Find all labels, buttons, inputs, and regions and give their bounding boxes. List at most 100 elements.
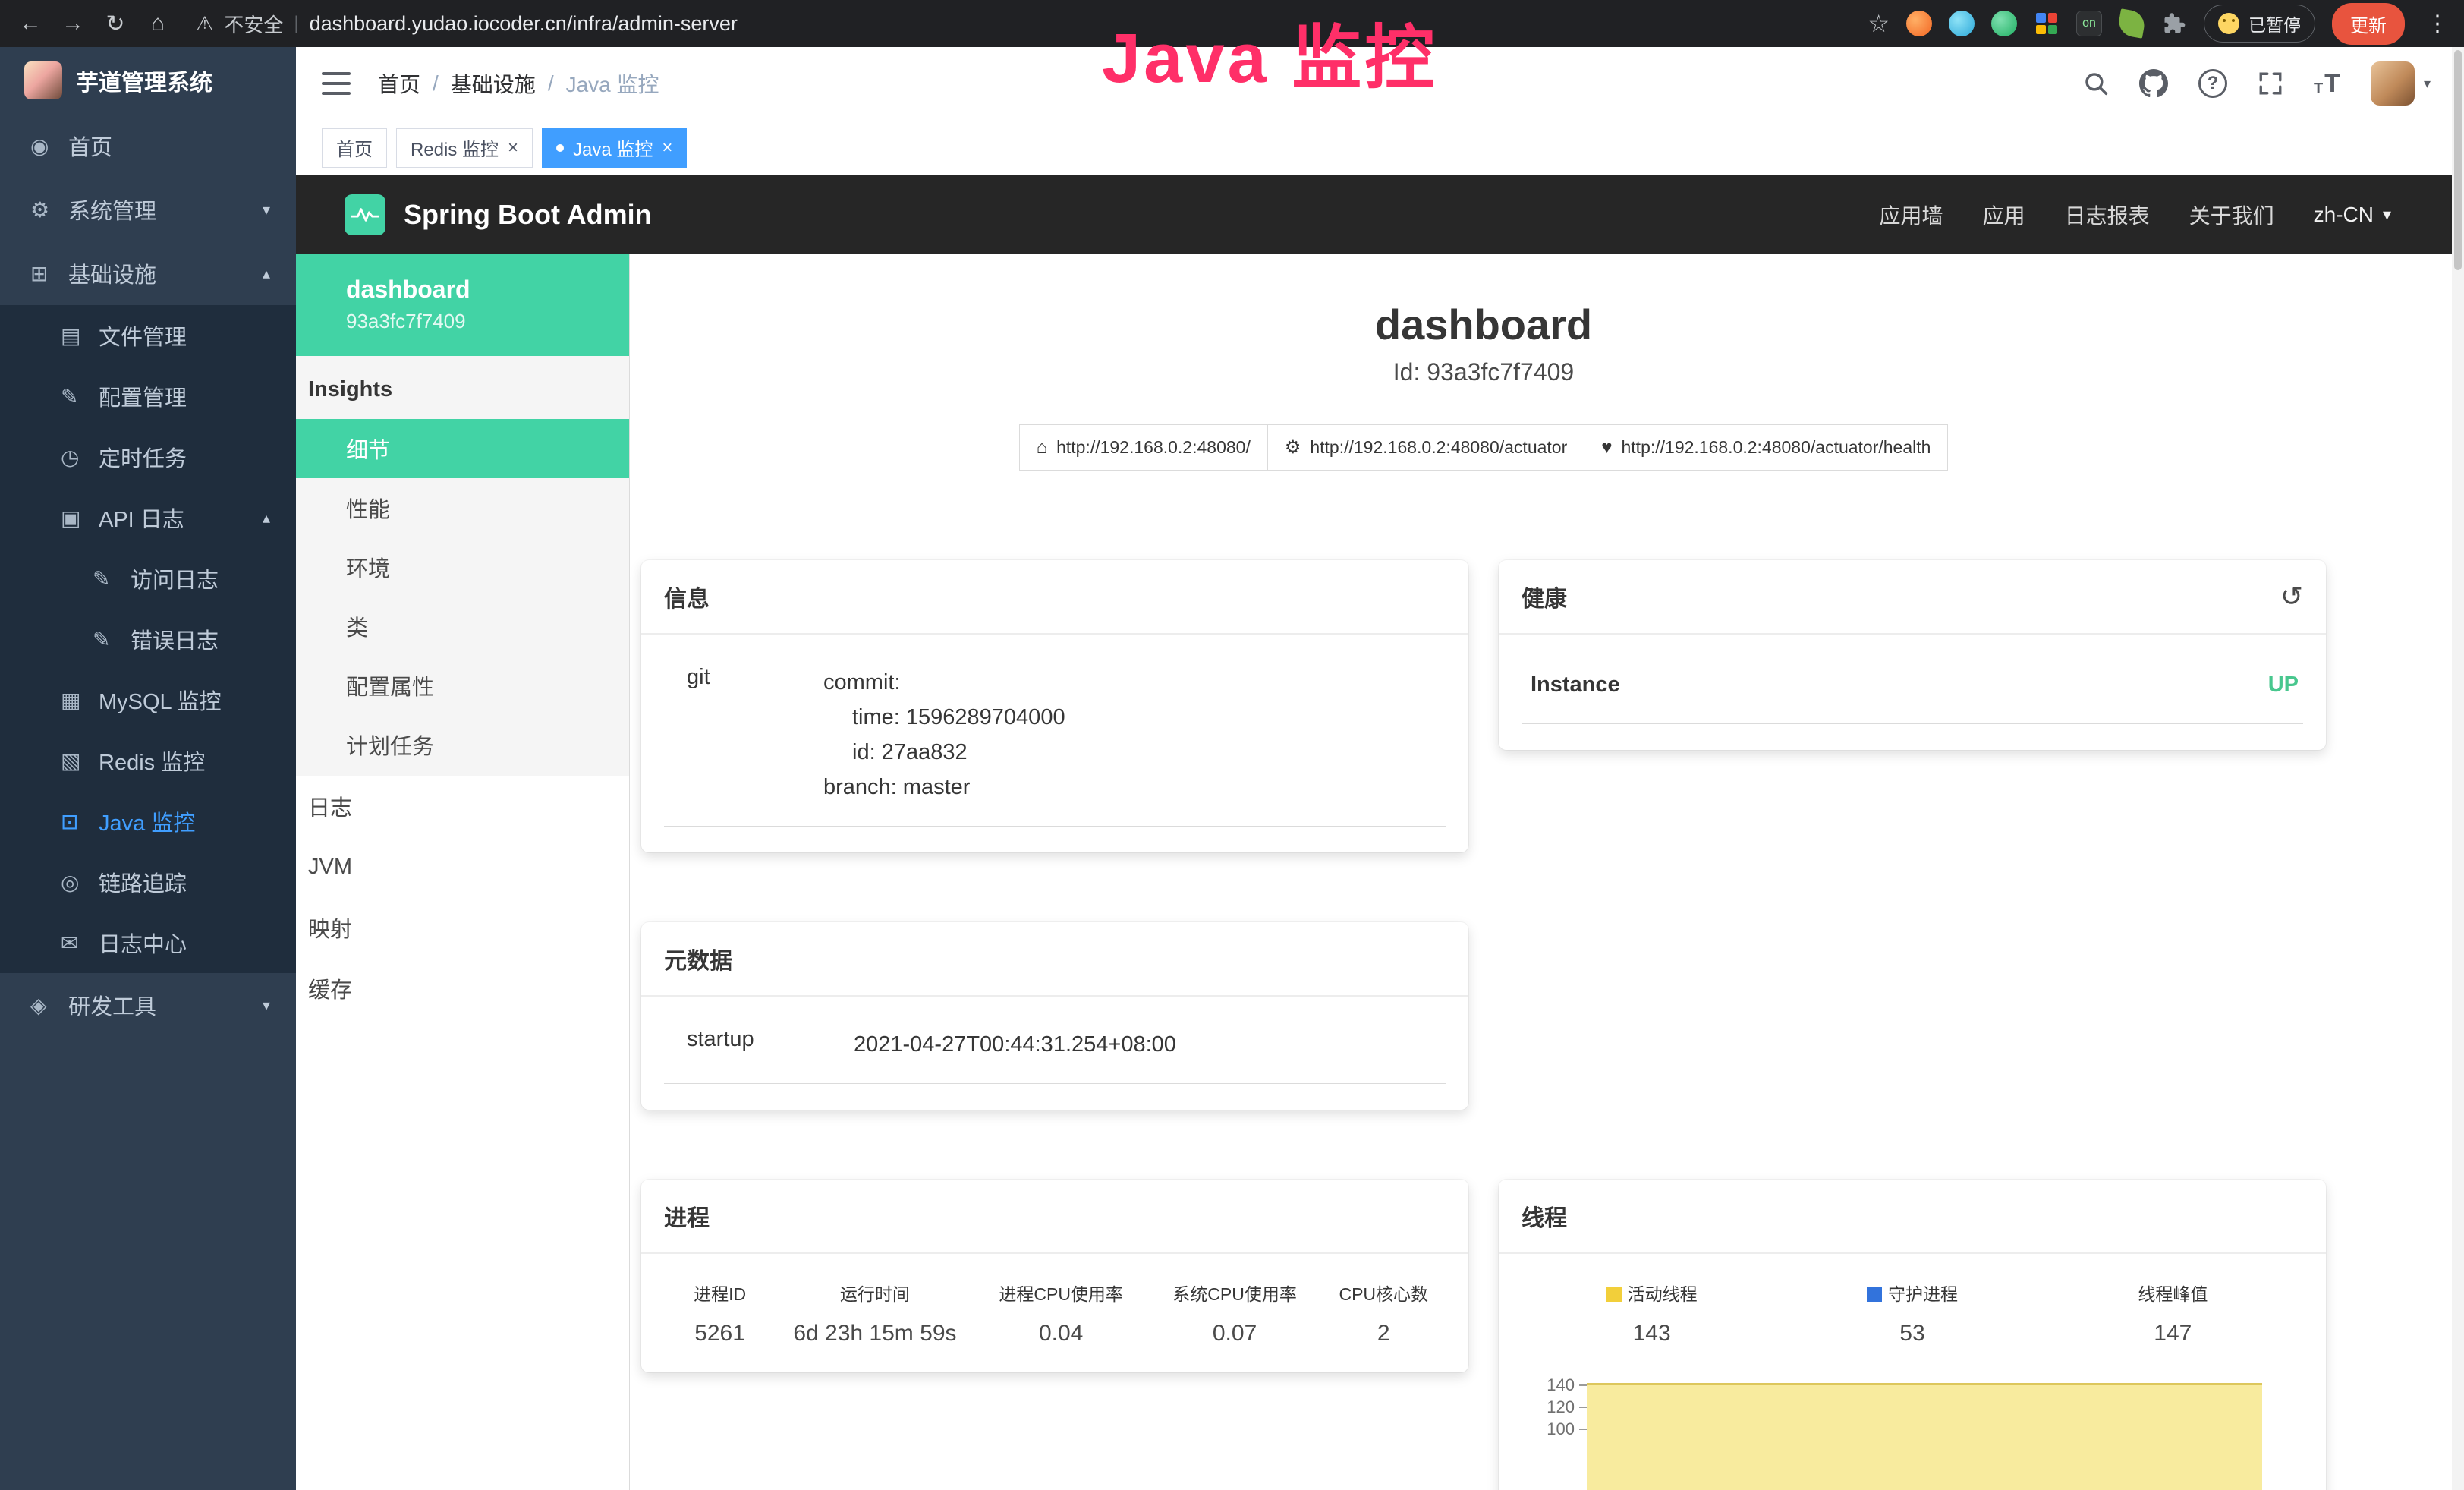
sidebar-item-label: 文件管理 xyxy=(99,320,187,351)
extension-grid-icon[interactable] xyxy=(2034,11,2060,36)
browser-reload-button[interactable]: ↻ xyxy=(96,4,135,43)
browser-menu-icon[interactable]: ⋮ xyxy=(2426,11,2449,37)
sidebar-item-error-logs[interactable]: ✎ 错误日志 xyxy=(0,609,296,669)
sba-menu-caches[interactable]: 缓存 xyxy=(296,958,629,1019)
fullscreen-icon xyxy=(2258,71,2283,96)
sba-menu-mappings[interactable]: 映射 xyxy=(296,897,629,958)
page-scrollbar xyxy=(2452,47,2464,1490)
sba-menu-scheduled-tasks[interactable]: 计划任务 xyxy=(296,715,629,774)
sidebar-item-java-monitor[interactable]: ⊡ Java 监控 xyxy=(0,791,296,852)
search-button[interactable] xyxy=(2083,71,2109,96)
extension-green-icon[interactable] xyxy=(1991,11,2017,36)
edit-icon: ✎ xyxy=(93,627,131,652)
sba-menu-environment[interactable]: 环境 xyxy=(296,537,629,597)
fullscreen-button[interactable] xyxy=(2258,71,2283,96)
extension-leaf-icon[interactable] xyxy=(2116,8,2146,38)
profile-paused-badge[interactable]: 已暂停 xyxy=(2204,5,2315,43)
browser-back-button[interactable]: ← xyxy=(11,4,50,43)
metadata-key: startup xyxy=(664,1027,854,1052)
app-logo[interactable]: 芋道管理系统 xyxy=(0,47,296,114)
process-card: 进程 进程ID5261 运行时间6d 23h 15m 59s 进程CPU使用率0… xyxy=(641,1180,1468,1372)
info-key: git xyxy=(664,665,823,690)
sba-instance-header[interactable]: dashboard 93a3fc7f7409 xyxy=(296,254,629,356)
sba-brand-title[interactable]: Spring Boot Admin xyxy=(404,199,652,231)
sidebar-item-label: Java 监控 xyxy=(99,805,195,837)
health-url-link[interactable]: ♥ http://192.168.0.2:48080/actuator/heal… xyxy=(1584,424,1948,471)
tab-redis-monitor[interactable]: Redis 监控 × xyxy=(396,128,533,168)
back-icon: ← xyxy=(19,11,42,36)
mail-icon: ✉ xyxy=(61,931,99,956)
sidebar-item-label: 首页 xyxy=(68,130,112,162)
card-title: 元数据 xyxy=(664,942,732,975)
sba-nav-applications[interactable]: 应用 xyxy=(1983,200,2025,230)
sidebar-item-label: 研发工具 xyxy=(68,989,156,1021)
column-header: 系统CPU使用率 xyxy=(1148,1280,1322,1306)
breadcrumb-infrastructure[interactable]: 基础设施 xyxy=(451,68,536,99)
close-icon[interactable]: × xyxy=(508,139,518,157)
sidebar-item-log-center[interactable]: ✉ 日志中心 xyxy=(0,912,296,973)
sidebar-item-label: 链路追踪 xyxy=(99,866,187,898)
log-icon: ▣ xyxy=(61,506,99,531)
tab-java-monitor[interactable]: Java 监控 × xyxy=(542,128,687,168)
close-icon[interactable]: × xyxy=(662,139,672,157)
scrollbar-thumb[interactable] xyxy=(2454,50,2462,270)
sidebar-item-infrastructure[interactable]: ⊞ 基础设施 ▴ xyxy=(0,241,296,305)
info-line: commit: xyxy=(823,665,1065,700)
sba-nav-about[interactable]: 关于我们 xyxy=(2189,200,2274,230)
service-url-link[interactable]: ⌂ http://192.168.0.2:48080/ xyxy=(1019,424,1268,471)
tools-icon: ◈ xyxy=(30,993,68,1018)
chart-y-axis: 140 120 100 xyxy=(1522,1374,1587,1490)
browser-forward-button[interactable]: → xyxy=(53,4,93,43)
breadcrumb: 首页 / 基础设施 / Java 监控 xyxy=(378,68,659,99)
sba-menu-classes[interactable]: 类 xyxy=(296,597,629,656)
sidebar-item-system-mgmt[interactable]: ⚙ 系统管理 ▾ xyxy=(0,178,296,241)
extension-orange-icon[interactable] xyxy=(1906,11,1932,36)
sidebar-item-redis-monitor[interactable]: ▧ Redis 监控 xyxy=(0,730,296,791)
github-button[interactable] xyxy=(2139,69,2168,98)
sba-logo-icon[interactable] xyxy=(345,194,385,235)
heart-icon: ♥ xyxy=(1601,437,1612,458)
sba-menu-logs[interactable]: 日志 xyxy=(296,776,629,836)
instance-links: ⌂ http://192.168.0.2:48080/ ⚙ http://192… xyxy=(641,424,2326,471)
actuator-url-link[interactable]: ⚙ http://192.168.0.2:48080/actuator xyxy=(1267,424,1584,471)
chrome-update-button[interactable]: 更新 xyxy=(2332,3,2405,45)
card-title: 进程 xyxy=(664,1199,710,1233)
sba-menu-jvm[interactable]: JVM xyxy=(296,836,629,897)
help-button[interactable]: ? xyxy=(2198,69,2227,98)
bookmark-star-icon[interactable]: ☆ xyxy=(1868,9,1890,38)
sba-locale-select[interactable]: zh-CN ▾ xyxy=(2314,203,2391,227)
sidebar-item-scheduled-tasks[interactable]: ◷ 定时任务 xyxy=(0,427,296,487)
sba-menu-details[interactable]: 细节 xyxy=(296,419,629,478)
hamburger-button[interactable] xyxy=(322,72,351,95)
sba-nav-wallboard[interactable]: 应用墙 xyxy=(1880,200,1943,230)
breadcrumb-home[interactable]: 首页 xyxy=(378,68,420,99)
sba-menu-performance[interactable]: 性能 xyxy=(296,478,629,537)
process-col: 运行时间6d 23h 15m 59s xyxy=(776,1280,974,1347)
extension-on-icon[interactable]: on xyxy=(2076,11,2102,36)
sidebar-item-tracing[interactable]: ◎ 链路追踪 xyxy=(0,852,296,912)
extensions-puzzle-icon[interactable] xyxy=(2161,11,2187,36)
extension-teal-icon[interactable] xyxy=(1949,11,1975,36)
app-sidebar: 芋道管理系统 ◉ 首页 ⚙ 系统管理 ▾ ⊞ 基础设施 ▴ ▤ xyxy=(0,47,296,1490)
sidebar-item-dev-tools[interactable]: ◈ 研发工具 ▾ xyxy=(0,973,296,1037)
tab-home[interactable]: 首页 xyxy=(322,128,387,168)
address-bar[interactable]: ⚠ 不安全 | dashboard.yudao.iocoder.cn/infra… xyxy=(196,10,738,38)
y-tick-label: 100 xyxy=(1547,1419,1575,1439)
column-header: 进程CPU使用率 xyxy=(974,1280,1148,1306)
sidebar-item-mysql-monitor[interactable]: ▦ MySQL 监控 xyxy=(0,669,296,730)
sidebar-item-file-mgmt[interactable]: ▤ 文件管理 xyxy=(0,305,296,366)
sba-nav-journal[interactable]: 日志报表 xyxy=(2065,200,2150,230)
sidebar-item-access-logs[interactable]: ✎ 访问日志 xyxy=(0,548,296,609)
legend-label: 线程峰值 xyxy=(2138,1284,2208,1304)
sidebar-item-config-mgmt[interactable]: ✎ 配置管理 xyxy=(0,366,296,427)
user-menu[interactable]: ▾ xyxy=(2371,61,2431,106)
sidebar-item-api-logs[interactable]: ▣ API 日志 ▴ xyxy=(0,487,296,548)
sba-menu-config-props[interactable]: 配置属性 xyxy=(296,656,629,715)
locale-label: zh-CN xyxy=(2314,203,2374,227)
history-icon[interactable]: ↺ xyxy=(2280,581,2303,613)
screen: ← → ↻ ⌂ ⚠ 不安全 | dashboard.yudao.iocoder.… xyxy=(0,0,2464,1490)
legend-col: 守护进程 53 xyxy=(1782,1280,2042,1347)
browser-home-button[interactable]: ⌂ xyxy=(138,4,178,43)
sidebar-item-home[interactable]: ◉ 首页 xyxy=(0,114,296,178)
font-size-button[interactable]: T T xyxy=(2314,71,2340,96)
